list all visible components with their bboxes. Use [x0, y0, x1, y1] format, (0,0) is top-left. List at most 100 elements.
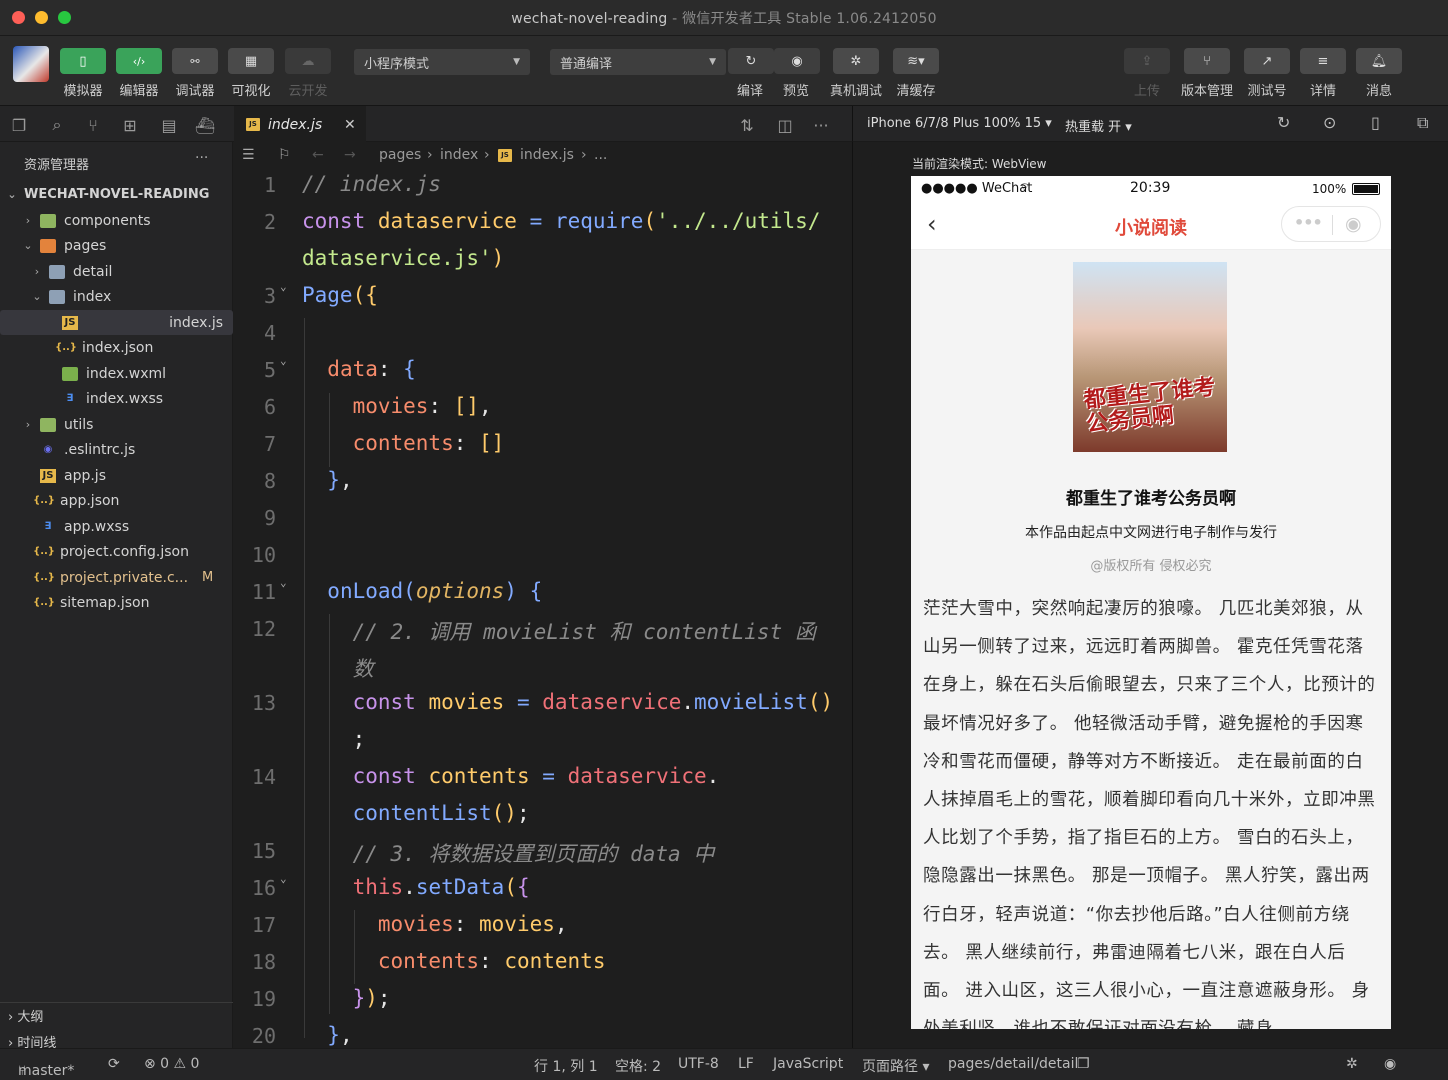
fold-chevron-icon[interactable]: ⌄: [280, 280, 287, 293]
compile-select[interactable]: 普通编译 ▼: [550, 49, 726, 75]
version-button[interactable]: ⑂: [1184, 48, 1230, 74]
tree-item-components[interactable]: › components: [0, 208, 233, 233]
copy-icon[interactable]: ❐: [1077, 1056, 1090, 1072]
code-editor[interactable]: 1 2 3 4 5 6 7 8 9 10 11 12 13 14 15 16 1…: [234, 168, 852, 1048]
record-icon[interactable]: ⊙: [1323, 113, 1336, 132]
tree-item-eslintrc[interactable]: ◉ .eslintrc.js: [0, 437, 233, 462]
breadcrumb-pages[interactable]: pages: [379, 147, 421, 163]
bug-icon[interactable]: ✲: [1346, 1056, 1358, 1072]
more-dots-icon[interactable]: •••: [1294, 213, 1323, 232]
mode-select[interactable]: 小程序模式 ▼: [354, 49, 530, 75]
tree-item-index-js[interactable]: JS index.js: [0, 310, 233, 335]
line-number: 20: [251, 1024, 276, 1048]
search-icon[interactable]: ⌕: [46, 114, 68, 136]
forward-icon[interactable]: →: [344, 147, 356, 163]
explorer-more-button[interactable]: ···: [195, 150, 208, 166]
phone-icon[interactable]: ▯: [1371, 113, 1380, 132]
tree-item-detail[interactable]: › detail: [0, 259, 233, 284]
split-editor-icon[interactable]: ◫: [774, 114, 796, 136]
files-icon[interactable]: ❐: [8, 114, 30, 136]
tree-item-app-json[interactable]: {..} app.json: [0, 488, 233, 513]
compare-icon[interactable]: ⇅: [736, 114, 758, 136]
close-window-button[interactable]: [12, 11, 25, 24]
cloud-dev-button[interactable]: ☁: [285, 48, 331, 74]
indentation[interactable]: 空格: 2: [615, 1056, 661, 1076]
minimize-window-button[interactable]: [35, 11, 48, 24]
clock-label: 20:39: [1130, 180, 1171, 196]
fold-chevron-icon[interactable]: ⌄: [280, 576, 287, 589]
line-number: 17: [251, 913, 276, 937]
battery-label: 100%: [1312, 182, 1347, 196]
extensions-icon[interactable]: ⊞: [119, 114, 141, 136]
source-control-icon[interactable]: ⑂: [82, 114, 104, 136]
close-mini-program-icon[interactable]: ◉: [1345, 213, 1362, 235]
eye-icon[interactable]: ◉: [1384, 1056, 1396, 1072]
line-number: 14: [251, 765, 276, 789]
tree-item-project-config[interactable]: {..} project.config.json: [0, 539, 233, 564]
tree-item-index-wxml[interactable]: index.wxml: [0, 361, 233, 386]
chevron-right-icon: ›: [25, 214, 31, 227]
preview-button[interactable]: ◉: [774, 48, 820, 74]
tree-item-app-js[interactable]: JS app.js: [0, 463, 233, 488]
problems-indicator[interactable]: ⊗ 0 ⚠ 0: [144, 1056, 199, 1072]
fold-chevron-icon[interactable]: ⌄: [280, 354, 287, 367]
tree-item-label: app.json: [60, 492, 120, 509]
docker-icon[interactable]: ⛴: [194, 114, 216, 136]
chevron-down-icon: ⌄: [32, 290, 42, 303]
debugger-button[interactable]: ⚯: [172, 48, 218, 74]
encoding[interactable]: UTF-8: [678, 1056, 719, 1072]
cursor-position[interactable]: 行 1, 列 1: [534, 1056, 598, 1076]
zoom-window-button[interactable]: [58, 11, 71, 24]
bookmark-icon[interactable]: ⚐: [278, 147, 291, 163]
tree-item-index-json[interactable]: {..} index.json: [0, 335, 233, 360]
chevron-down-icon: ▼: [513, 57, 520, 67]
remote-debug-button[interactable]: ✲: [833, 48, 879, 74]
page-path-select[interactable]: 页面路径 ▾: [862, 1056, 929, 1076]
capsule-menu[interactable]: ••• ◉: [1281, 206, 1381, 242]
line-ending[interactable]: LF: [738, 1056, 754, 1072]
upload-button[interactable]: ⇪: [1124, 48, 1170, 74]
fold-chevron-icon[interactable]: ⌄: [280, 872, 287, 885]
device-select[interactable]: iPhone 6/7/8 Plus 100% 15 ▾: [867, 116, 1052, 131]
tree-item-index-wxss[interactable]: ∃ index.wxss: [0, 386, 233, 411]
more-actions-icon[interactable]: ···: [810, 114, 832, 136]
language-mode[interactable]: JavaScript: [773, 1056, 843, 1072]
refresh-icon[interactable]: ↻: [1277, 113, 1290, 132]
code-line: // index.js: [302, 172, 442, 196]
clear-cache-button[interactable]: ≋▾: [893, 48, 939, 74]
phone-screen[interactable]: ●●●●● WeChat ⌔ 20:39 100% ‹ 小说阅读 ••• ◉ 都…: [911, 176, 1391, 1029]
tree-item-sitemap[interactable]: {..} sitemap.json: [0, 590, 233, 615]
sync-icon[interactable]: ⟳: [108, 1056, 120, 1072]
tree-item-label: pages: [64, 237, 107, 254]
tree-item-project-private[interactable]: {..} project.private.c... M: [0, 565, 233, 590]
tab-index-js[interactable]: JS index.js ✕: [234, 106, 366, 142]
compile-button[interactable]: ↻: [728, 48, 774, 74]
breadcrumb-file-label: index.js: [520, 147, 574, 163]
project-root[interactable]: ⌄ WECHAT-NOVEL-READING: [0, 182, 233, 207]
messages-button[interactable]: 🔔︎: [1356, 48, 1402, 74]
storage-icon[interactable]: ▤: [158, 114, 180, 136]
breadcrumb-file[interactable]: JS index.js: [498, 147, 574, 163]
breadcrumb-index[interactable]: index: [440, 147, 478, 163]
outline-list-icon[interactable]: ☰: [242, 147, 255, 163]
test-account-label: 测试号: [1247, 84, 1287, 99]
outline-section[interactable]: › 大纲: [8, 1006, 43, 1025]
close-icon[interactable]: ✕: [344, 117, 356, 133]
tree-item-index-folder[interactable]: ⌄ index: [0, 284, 233, 309]
test-account-button[interactable]: ↗: [1244, 48, 1290, 74]
code-line: movies: movies,: [377, 912, 568, 936]
tree-item-utils[interactable]: › utils: [0, 412, 233, 437]
code-line: onLoad(options) {: [327, 579, 543, 603]
external-icon: ↗: [1261, 53, 1273, 69]
tree-item-app-wxss[interactable]: ∃ app.wxss: [0, 514, 233, 539]
popout-icon[interactable]: ⧉: [1417, 113, 1428, 133]
tree-item-pages[interactable]: ⌄ pages: [0, 233, 233, 258]
visual-button[interactable]: ▦: [228, 48, 274, 74]
back-icon[interactable]: ←: [312, 147, 324, 163]
breadcrumb-more[interactable]: ...: [594, 147, 607, 163]
details-button[interactable]: ≡: [1300, 48, 1346, 74]
user-avatar[interactable]: [13, 46, 49, 82]
simulator-button[interactable]: ▯: [60, 48, 106, 74]
editor-button[interactable]: ‹/›: [116, 48, 162, 74]
hot-reload-toggle[interactable]: 热重载 开 ▾: [1065, 116, 1132, 135]
